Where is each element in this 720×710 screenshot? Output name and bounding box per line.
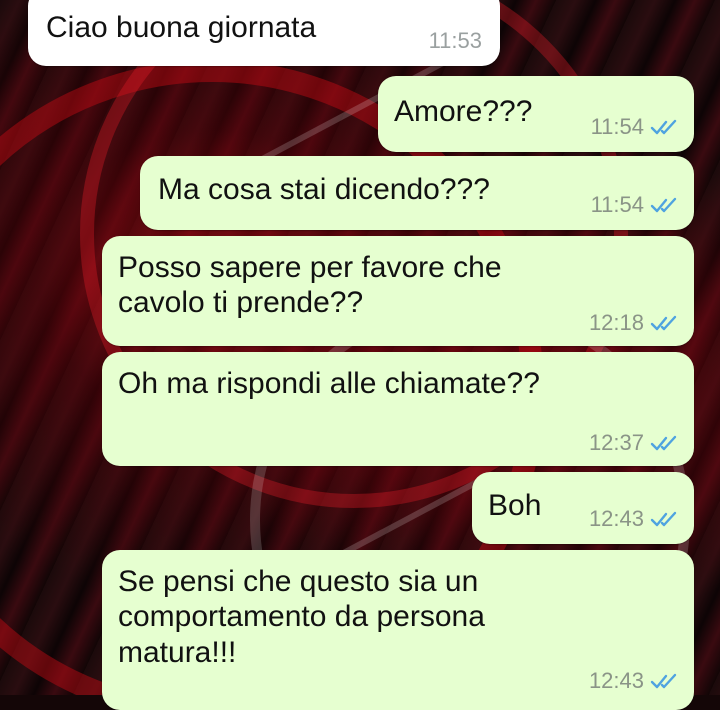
message-time: 11:53 xyxy=(428,28,482,54)
message-time: 11:54 xyxy=(590,114,644,140)
message-bubble-outgoing[interactable]: Oh ma rispondi alle chiamate?? 12:37 xyxy=(102,352,694,466)
message-bubble-outgoing[interactable]: Boh 12:43 xyxy=(472,472,694,544)
message-meta: 11:54 xyxy=(591,114,680,140)
message-text: Se pensi che questo sia un comportamento… xyxy=(118,565,494,669)
message-time: 12:43 xyxy=(588,668,644,693)
message-meta: 11:54 xyxy=(591,192,680,218)
message-bubble-outgoing[interactable]: Posso sapere per favore che cavolo ti pr… xyxy=(102,236,694,346)
message-time: 12:43 xyxy=(588,506,644,532)
message-meta: 12:37 xyxy=(589,430,680,456)
message-time: 12:37 xyxy=(588,430,644,456)
read-double-check-icon xyxy=(650,197,677,213)
message-meta: 11:53 xyxy=(429,28,482,54)
read-double-check-icon xyxy=(650,435,677,451)
message-meta: 12:43 xyxy=(589,506,680,532)
read-double-check-icon xyxy=(650,119,677,135)
message-text: Oh ma rispondi alle chiamate?? xyxy=(118,367,540,400)
message-bubble-outgoing[interactable]: Se pensi che questo sia un comportamento… xyxy=(102,550,694,710)
read-double-check-icon xyxy=(650,673,677,689)
message-text: Ma cosa stai dicendo??? xyxy=(158,173,490,206)
message-meta: 12:43 xyxy=(589,668,680,694)
message-text: Amore??? xyxy=(394,95,533,128)
message-bubble-incoming[interactable]: Ciao buona giornata 11:53 xyxy=(28,0,500,66)
message-bubble-outgoing[interactable]: Amore??? 11:54 xyxy=(378,76,694,152)
message-bubble-outgoing[interactable]: Ma cosa stai dicendo??? 11:54 xyxy=(140,156,694,230)
message-meta: 12:18 xyxy=(589,310,680,336)
message-text: Ciao buona giornata xyxy=(46,11,317,44)
message-text: Boh xyxy=(488,489,542,522)
message-text: Posso sapere per favore che cavolo ti pr… xyxy=(118,251,510,320)
message-time: 12:18 xyxy=(588,310,644,336)
read-double-check-icon xyxy=(650,511,677,527)
message-time: 11:54 xyxy=(590,192,644,218)
read-double-check-icon xyxy=(650,315,677,331)
